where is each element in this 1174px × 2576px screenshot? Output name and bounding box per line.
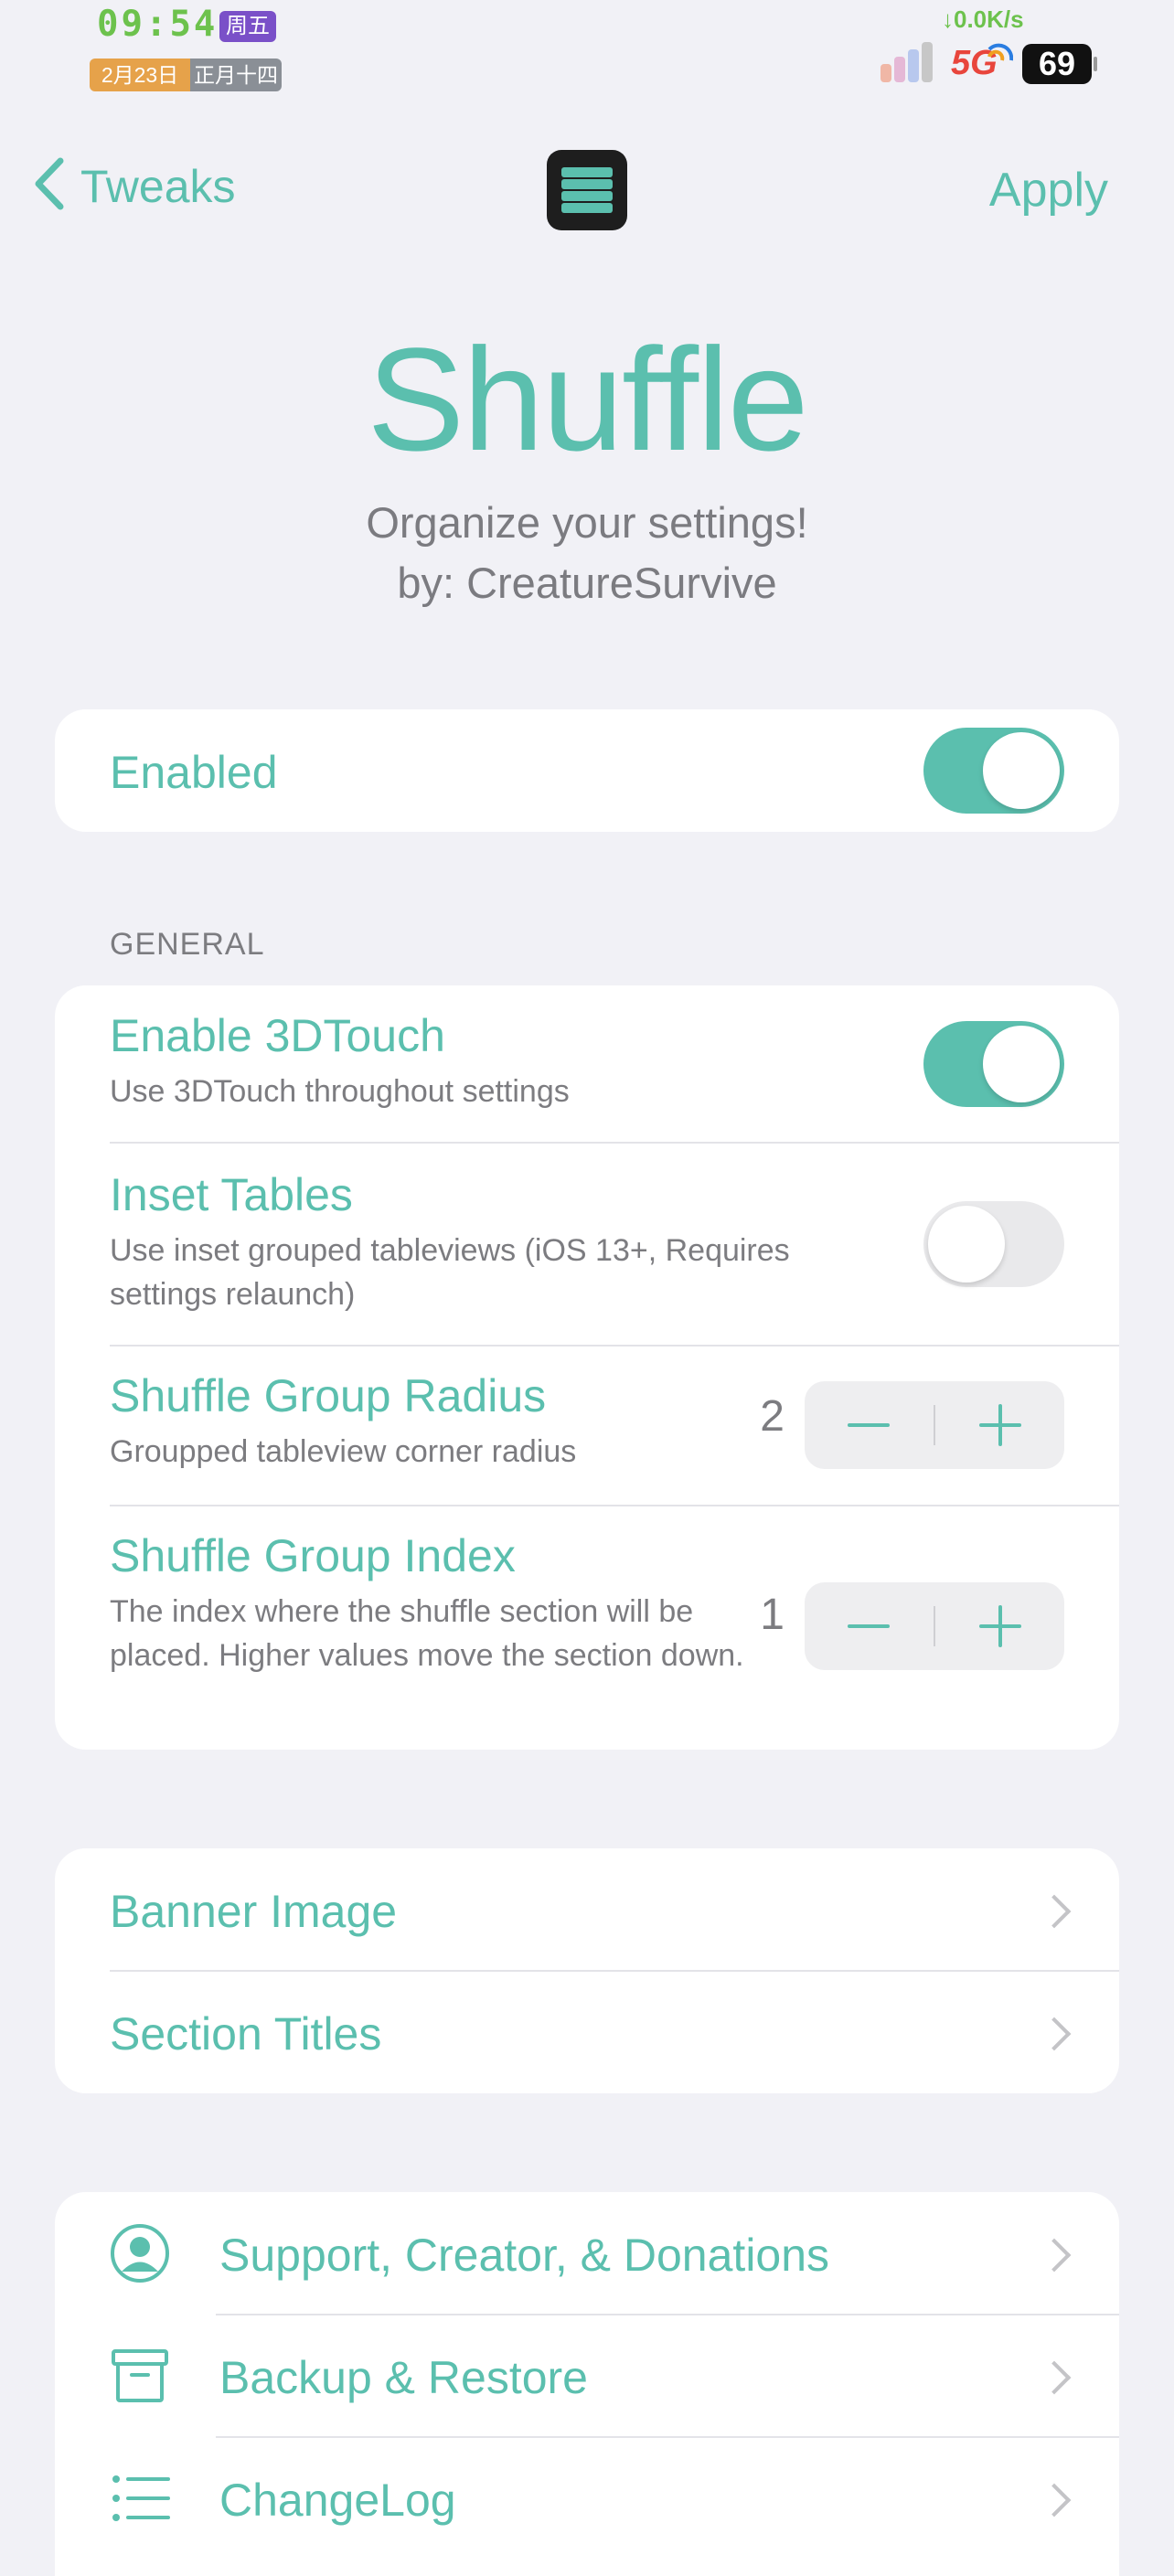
- wifi-icon: [987, 37, 1014, 62]
- group-index-description: The index where the shuffle section will…: [110, 1594, 744, 1673]
- battery-tip: [1094, 57, 1097, 71]
- increment-button[interactable]: [936, 1381, 1064, 1469]
- toggle-knob: [928, 1206, 1005, 1283]
- decrement-button[interactable]: [805, 1582, 933, 1670]
- enable-3dtouch-label: Enable 3DTouch: [110, 1010, 445, 1061]
- group-radius-stepper: [805, 1381, 1064, 1469]
- group-index-value: 1: [760, 1591, 784, 1639]
- group-radius-description: Groupped tableview corner radius: [110, 1434, 577, 1469]
- chevron-left-icon: [33, 157, 64, 215]
- row-inset-tables: Inset Tables Use inset grouped tableview…: [55, 1143, 1119, 1346]
- chevron-right-icon: [1037, 2360, 1072, 2395]
- changelog-row[interactable]: ChangeLog: [55, 2437, 1119, 2560]
- enable-3dtouch-toggle[interactable]: [923, 1021, 1064, 1107]
- group-index-stepper: [805, 1582, 1064, 1670]
- signal-icon: [880, 40, 945, 82]
- person-circle-icon: [110, 2223, 170, 2288]
- page-title: Shuffle: [367, 317, 808, 481]
- list-bullet-icon: [110, 2468, 170, 2533]
- status-weekday: 周五: [219, 11, 276, 42]
- apply-button[interactable]: Apply: [989, 163, 1108, 218]
- network-speed: ↓0.0K/s: [942, 5, 1024, 33]
- decrement-button[interactable]: [805, 1381, 933, 1469]
- enabled-card: Enabled: [55, 709, 1119, 832]
- toggle-knob: [983, 1026, 1060, 1102]
- row-enable-3dtouch: Enable 3DTouch Use 3DTouch throughout se…: [55, 985, 1119, 1143]
- archive-box-icon: [110, 2346, 170, 2411]
- battery-indicator: 69: [1022, 44, 1092, 84]
- chevron-right-icon: [1037, 2483, 1072, 2517]
- banner-image-label: Banner Image: [110, 1886, 398, 1937]
- back-button[interactable]: Tweaks: [33, 157, 236, 215]
- chevron-right-icon: [1037, 1894, 1072, 1929]
- status-lunar-date: 正月十四: [190, 59, 282, 91]
- list-icon: [547, 150, 627, 230]
- page-subtitle: Organize your settings!: [366, 498, 808, 547]
- row-group-radius: Shuffle Group Radius Groupped tableview …: [55, 1346, 1119, 1505]
- support-row[interactable]: Support, Creator, & Donations: [55, 2192, 1119, 2315]
- status-date: 2月23日: [90, 59, 190, 91]
- group-radius-value: 2: [760, 1392, 784, 1441]
- plus-icon: [979, 1605, 1021, 1647]
- row-group-index: Shuffle Group Index The index where the …: [55, 1506, 1119, 1750]
- banner-image-row[interactable]: Banner Image: [55, 1848, 1119, 1971]
- back-button-label: Tweaks: [80, 160, 236, 212]
- minus-icon: [848, 1624, 890, 1628]
- inset-tables-description: Use inset grouped tableviews (iOS 13+, R…: [110, 1233, 790, 1312]
- backup-label: Backup & Restore: [219, 2352, 588, 2403]
- enable-3dtouch-description: Use 3DTouch throughout settings: [110, 1074, 570, 1109]
- group-index-label: Shuffle Group Index: [110, 1530, 516, 1581]
- inset-tables-toggle[interactable]: [923, 1201, 1064, 1287]
- group-radius-label: Shuffle Group Radius: [110, 1370, 547, 1421]
- links-card: Banner Image Section Titles: [55, 1848, 1119, 2093]
- chevron-right-icon: [1037, 2017, 1072, 2051]
- chevron-right-icon: [1037, 2238, 1072, 2273]
- stepper-divider: [934, 1405, 935, 1445]
- enabled-toggle[interactable]: [923, 728, 1064, 814]
- minus-icon: [848, 1423, 890, 1427]
- backup-row[interactable]: Backup & Restore: [55, 2315, 1119, 2437]
- section-titles-row[interactable]: Section Titles: [55, 1971, 1119, 2093]
- more-card: Support, Creator, & Donations Backup & R…: [55, 2192, 1119, 2576]
- toggle-knob: [983, 732, 1060, 809]
- section-titles-label: Section Titles: [110, 2008, 382, 2060]
- general-card: Enable 3DTouch Use 3DTouch throughout se…: [55, 985, 1119, 1750]
- enabled-label: Enabled: [110, 747, 278, 798]
- status-time: 09:54: [97, 4, 219, 45]
- inset-tables-label: Inset Tables: [110, 1169, 353, 1220]
- plus-icon: [979, 1404, 1021, 1446]
- changelog-label: ChangeLog: [219, 2475, 456, 2526]
- page-author: by: CreatureSurvive: [397, 559, 777, 607]
- section-header-general: GENERAL: [110, 927, 265, 962]
- support-label: Support, Creator, & Donations: [219, 2230, 830, 2281]
- increment-button[interactable]: [936, 1582, 1064, 1670]
- stepper-divider: [934, 1606, 935, 1646]
